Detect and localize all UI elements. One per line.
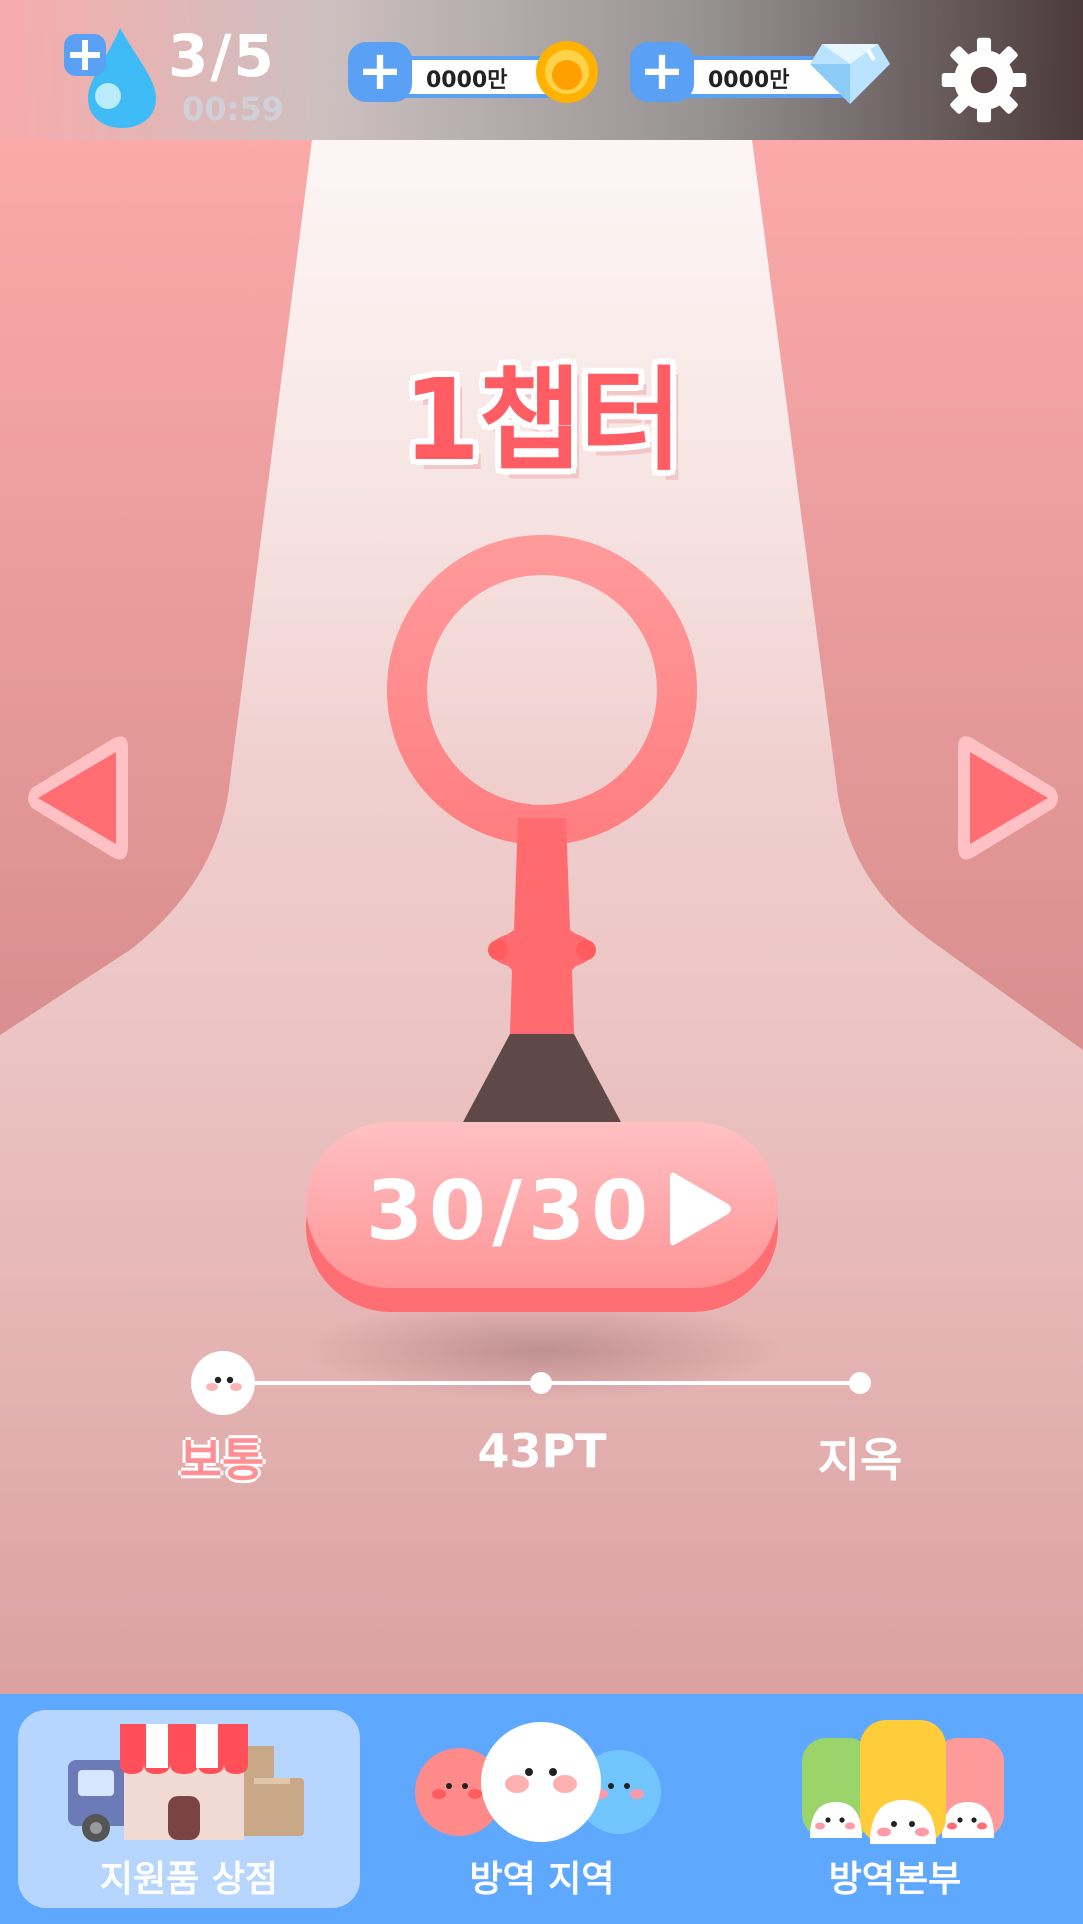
tab-quarantine-area-label: 방역 지역 — [469, 1859, 615, 1900]
coin-icon — [536, 41, 598, 103]
gear-icon[interactable] — [940, 36, 1028, 124]
bottom-nav: 지원품 상점 방역 지역 방역본부 — [0, 1694, 1083, 1924]
add-gem-button[interactable]: + — [630, 42, 694, 102]
tab-supply-shop[interactable]: 지원품 상점 — [18, 1710, 360, 1908]
gem-amount: 0000만 — [708, 68, 790, 93]
lives-timer: 00:59 — [182, 90, 284, 128]
coin-amount: 0000만 — [426, 68, 508, 93]
diamond-icon — [810, 44, 890, 104]
coin-balance[interactable]: + 0000만 — [348, 41, 598, 103]
add-coin-button[interactable]: + — [348, 42, 412, 102]
difficulty-selector-knob[interactable] — [190, 1350, 256, 1416]
play-button[interactable]: 30/30 — [306, 1122, 778, 1312]
difficulty-dot-2[interactable] — [849, 1372, 871, 1394]
gem-balance[interactable]: + 0000만 — [630, 42, 890, 104]
area-characters-icon — [415, 1722, 661, 1842]
lives-count: 3/5 — [168, 22, 276, 90]
difficulty-dot-1[interactable] — [530, 1372, 552, 1394]
tab-headquarters-label: 방역본부 — [828, 1859, 962, 1900]
difficulty-label-points[interactable]: 43PT — [442, 1424, 642, 1478]
next-chapter-button[interactable] — [952, 728, 1062, 868]
tab-headquarters[interactable]: 방역본부 — [724, 1710, 1066, 1908]
chapter-title: 1챕터 — [402, 356, 682, 486]
previous-chapter-button[interactable] — [24, 728, 134, 868]
water-drop-icon — [64, 28, 156, 128]
tab-supply-shop-label: 지원품 상점 — [99, 1859, 279, 1900]
headquarters-icon — [802, 1720, 1004, 1844]
difficulty-label-normal[interactable]: 보통 — [122, 1424, 322, 1490]
difficulty-label-hell[interactable]: 지옥 — [760, 1424, 960, 1490]
play-icon — [670, 1172, 731, 1246]
play-count-label: 30/30 — [366, 1164, 655, 1259]
top-bar: 3/5 00:59 + 0000만 + 0000만 — [0, 0, 1083, 140]
stage-key-icon — [387, 535, 697, 1034]
shop-icon — [68, 1724, 304, 1842]
lives-counter[interactable]: 3/5 00:59 — [60, 20, 300, 130]
tab-quarantine-area[interactable]: 방역 지역 — [371, 1710, 713, 1908]
